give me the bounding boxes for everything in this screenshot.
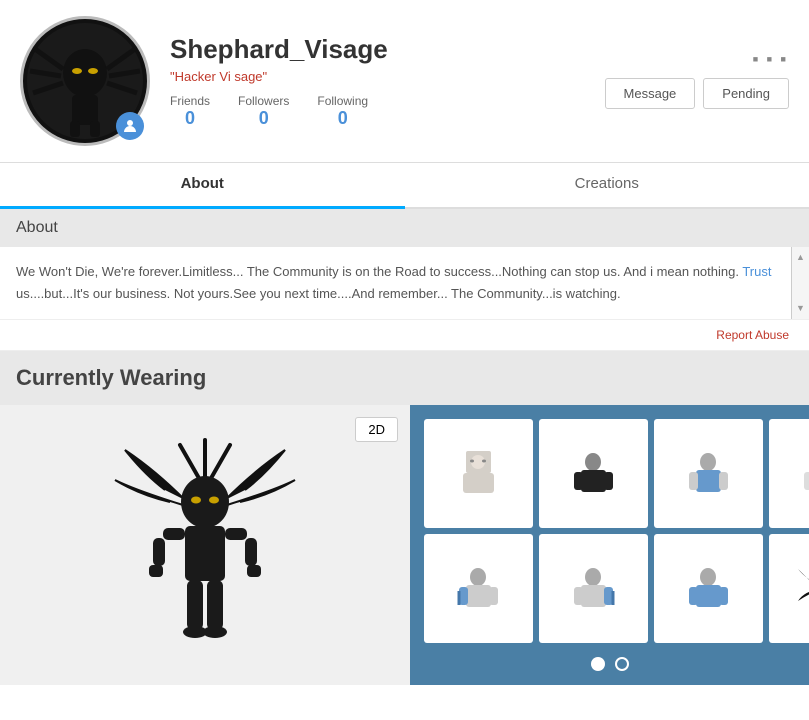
dots-menu[interactable]: ■ ■ ■	[753, 54, 789, 64]
header: Shephard_Visage "Hacker Vi sage" Friends…	[0, 0, 809, 163]
wearing-body: 2D	[0, 405, 809, 685]
avatar-badge	[116, 112, 144, 140]
item-thumb-8	[796, 561, 809, 616]
dot-1[interactable]	[591, 657, 605, 671]
item-thumb-2	[566, 446, 621, 501]
list-item[interactable]	[424, 419, 533, 528]
stat-friends: Friends 0	[170, 94, 210, 129]
wearing-left: 2D	[0, 405, 410, 685]
report-abuse-link[interactable]: Report Abuse	[716, 328, 789, 342]
following-count: 0	[317, 108, 368, 129]
tabs-bar: About Creations	[0, 163, 809, 209]
list-item[interactable]	[424, 534, 533, 643]
report-row: Report Abuse	[0, 320, 809, 351]
about-trust-link[interactable]: Trust	[742, 264, 771, 279]
tab-creations[interactable]: Creations	[405, 163, 809, 207]
following-label: Following	[317, 94, 368, 108]
pagination-dots	[424, 657, 795, 671]
list-item[interactable]	[539, 534, 648, 643]
about-text-area: We Won't Die, We're forever.Limitless...…	[0, 247, 809, 320]
scrollbar[interactable]: ▲ ▼	[791, 247, 809, 319]
avatar-wrap	[20, 16, 150, 146]
item-thumb-4	[796, 446, 809, 501]
list-item[interactable]	[654, 534, 763, 643]
item-thumb-1	[451, 446, 506, 501]
pending-button[interactable]: Pending	[703, 78, 789, 109]
item-thumb-5	[451, 561, 506, 616]
scroll-down-icon[interactable]: ▼	[796, 301, 805, 316]
about-section-header: About	[0, 209, 809, 247]
profile-status: "Hacker Vi sage"	[170, 69, 605, 84]
message-button[interactable]: Message	[605, 78, 696, 109]
wearing-right	[410, 405, 809, 685]
item-thumb-3	[681, 446, 736, 501]
profile-name: Shephard_Visage	[170, 34, 605, 65]
character-preview	[105, 420, 305, 670]
list-item[interactable]	[769, 534, 809, 643]
list-item[interactable]	[539, 419, 648, 528]
about-body-2: us....but...It's our business. Not yours…	[16, 286, 621, 301]
2d-button[interactable]: 2D	[355, 417, 398, 442]
item-thumb-7	[681, 561, 736, 616]
header-actions: ■ ■ ■ Message Pending	[605, 54, 789, 109]
stats-row: Friends 0 Followers 0 Following 0	[170, 94, 605, 129]
stat-following: Following 0	[317, 94, 368, 129]
scroll-up-icon[interactable]: ▲	[796, 250, 805, 265]
currently-wearing-header: Currently Wearing	[0, 351, 809, 405]
item-thumb-6	[566, 561, 621, 616]
dot-2[interactable]	[615, 657, 629, 671]
list-item[interactable]	[769, 419, 809, 528]
items-grid	[424, 419, 795, 643]
friends-count: 0	[170, 108, 210, 129]
profile-info: Shephard_Visage "Hacker Vi sage" Friends…	[170, 34, 605, 129]
list-item[interactable]	[654, 419, 763, 528]
action-buttons: Message Pending	[605, 78, 789, 109]
about-body-1: We Won't Die, We're forever.Limitless...…	[16, 264, 742, 279]
followers-count: 0	[238, 108, 289, 129]
person-icon	[122, 118, 138, 134]
tab-about[interactable]: About	[0, 163, 405, 209]
stat-followers: Followers 0	[238, 94, 289, 129]
friends-label: Friends	[170, 94, 210, 108]
followers-label: Followers	[238, 94, 289, 108]
